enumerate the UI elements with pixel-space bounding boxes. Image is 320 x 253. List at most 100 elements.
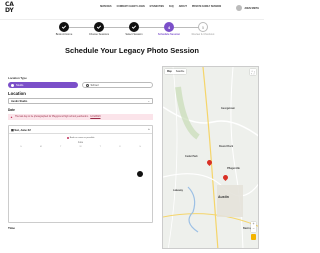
date-label: Date (8, 108, 15, 112)
calendar: ▦ Sat, June 22 ⌃ Book as soon as possibl… (8, 125, 153, 223)
zoom-control: + − (251, 222, 256, 232)
tab-map[interactable]: Map (165, 69, 174, 74)
calendar-day[interactable] (31, 192, 51, 200)
schedule-form: Location Type Studio School Location Aus… (8, 76, 153, 230)
calendar-day[interactable] (51, 192, 71, 200)
nav-services[interactable]: SERVICES (100, 6, 112, 8)
calendar-day[interactable] (110, 150, 130, 158)
calendar-day[interactable] (110, 171, 130, 179)
radio-icon (11, 83, 14, 87)
alert-link[interactable]: 12/1/2023 (90, 116, 100, 118)
logo[interactable]: CA DY (5, 2, 14, 14)
calendar-header[interactable]: ▦ Sat, June 22 ⌃ (9, 126, 152, 134)
check-icon (94, 22, 104, 32)
calendar-day[interactable] (130, 161, 150, 169)
nav-private-family-session[interactable]: PRIVATE FAMILY SESSION (192, 6, 221, 8)
calendar-day[interactable] (11, 192, 31, 200)
check-icon (59, 22, 69, 32)
calendar-day[interactable] (90, 182, 110, 190)
location-type-school[interactable]: School (81, 82, 153, 88)
street-view-icon[interactable] (251, 234, 256, 240)
calendar-note: Book as soon as possible (9, 137, 152, 140)
calendar-day[interactable] (71, 192, 91, 200)
option-label: Studio (16, 83, 24, 87)
dot-icon (66, 137, 69, 140)
user-menu[interactable]: JOHN SMITH (236, 5, 259, 11)
tab-satellite[interactable]: Satellite (174, 69, 187, 74)
calendar-day[interactable] (71, 171, 91, 179)
fullscreen-icon[interactable]: ⛶ (250, 69, 256, 75)
calendar-day[interactable] (31, 171, 51, 179)
map-canvas (163, 67, 258, 248)
calendar-day[interactable] (130, 182, 150, 190)
calendar-day[interactable] (90, 192, 110, 200)
calendar-day[interactable] (11, 182, 31, 190)
weekday-label: F (119, 146, 121, 149)
step-label: Review & Checkout (191, 33, 215, 36)
calendar-day[interactable] (51, 161, 71, 169)
calendar-note-text: Book as soon as possible (69, 137, 95, 140)
city-label: Round Rock (219, 145, 234, 148)
calendar-day[interactable] (11, 171, 31, 179)
page-title: Schedule Your Legacy Photo Session (65, 46, 199, 55)
chevron-up-icon[interactable]: ⌃ (148, 128, 150, 132)
calendar-day[interactable] (90, 161, 110, 169)
location-type-label: Location Type (8, 76, 27, 80)
step-book-at-home[interactable]: Book At Home (49, 22, 79, 36)
step-number: 5 (198, 22, 208, 32)
map-type-tabs: Map Satellite (165, 69, 187, 74)
alert-text: The last day to be photographed for Play… (14, 116, 89, 118)
step-label: Choose Sessions (88, 33, 110, 36)
zoom-out-icon[interactable]: − (251, 227, 256, 232)
location-heading: Location (8, 91, 26, 96)
step-label: Select Session (125, 33, 143, 36)
calendar-day[interactable] (130, 150, 150, 158)
weekday-label: S (20, 146, 22, 149)
calendar-day[interactable] (51, 171, 71, 179)
step-schedule-session[interactable]: 4 Schedule Session (154, 22, 184, 36)
calendar-day[interactable] (110, 182, 130, 190)
warning-icon: ▲ (10, 115, 13, 119)
calendar-day[interactable] (130, 192, 150, 200)
calendar-day[interactable] (110, 161, 130, 169)
step-select-session[interactable]: Select Session (119, 22, 149, 36)
calendar-day[interactable] (51, 182, 71, 190)
calendar-day[interactable] (71, 161, 91, 169)
avatar (236, 5, 243, 11)
location-map[interactable]: Map Satellite ⛶ Georgetown Round Rock Ce… (162, 66, 259, 249)
calendar-day[interactable] (31, 182, 51, 190)
calendar-day[interactable] (110, 192, 130, 200)
step-label: Schedule Session (157, 33, 181, 36)
step-review-checkout[interactable]: 5 Review & Checkout (188, 22, 218, 36)
top-header: CA DY SERVICES CURRENT CLIENT LOGIN ETHN… (0, 0, 264, 20)
calendar-day[interactable] (51, 150, 71, 158)
nav-ethnicities[interactable]: ETHNICITIES (150, 6, 164, 8)
calendar-day[interactable] (90, 150, 110, 158)
weekday-label: W (79, 146, 82, 149)
step-choose-sessions[interactable]: Choose Sessions (84, 22, 114, 36)
calendar-selected-date: Sat, June 22 (14, 127, 31, 132)
chevron-down-icon: ⌄ (147, 99, 150, 103)
calendar-day[interactable] (71, 182, 91, 190)
calendar-grid: S M T W T F S (11, 146, 150, 148)
calendar-day[interactable] (11, 161, 31, 169)
calendar-day[interactable] (11, 150, 31, 158)
nav-faq[interactable]: FAQ (169, 6, 174, 8)
nav-current-client-login[interactable]: CURRENT CLIENT LOGIN (117, 6, 145, 8)
location-type-studio[interactable]: Studio (8, 82, 78, 88)
check-icon (129, 22, 139, 32)
calendar-day[interactable] (71, 150, 91, 158)
calendar-day-selected[interactable] (137, 171, 144, 178)
calendar-day[interactable] (90, 171, 110, 179)
location-select[interactable]: Austin Studio ⌄ (8, 98, 153, 104)
weekday-label: T (99, 146, 102, 149)
calendar-day[interactable] (31, 161, 51, 169)
weekday-label: M (39, 146, 42, 149)
city-label: Georgetown (221, 107, 235, 110)
city-label: Austin (218, 195, 229, 199)
nav-about[interactable]: ABOUT (179, 6, 187, 8)
calendar-day[interactable] (31, 150, 51, 158)
calendar-days (11, 150, 150, 200)
time-label: Time (8, 226, 15, 230)
deadline-alert: ▲ The last day to be photographed for Pl… (8, 114, 153, 120)
